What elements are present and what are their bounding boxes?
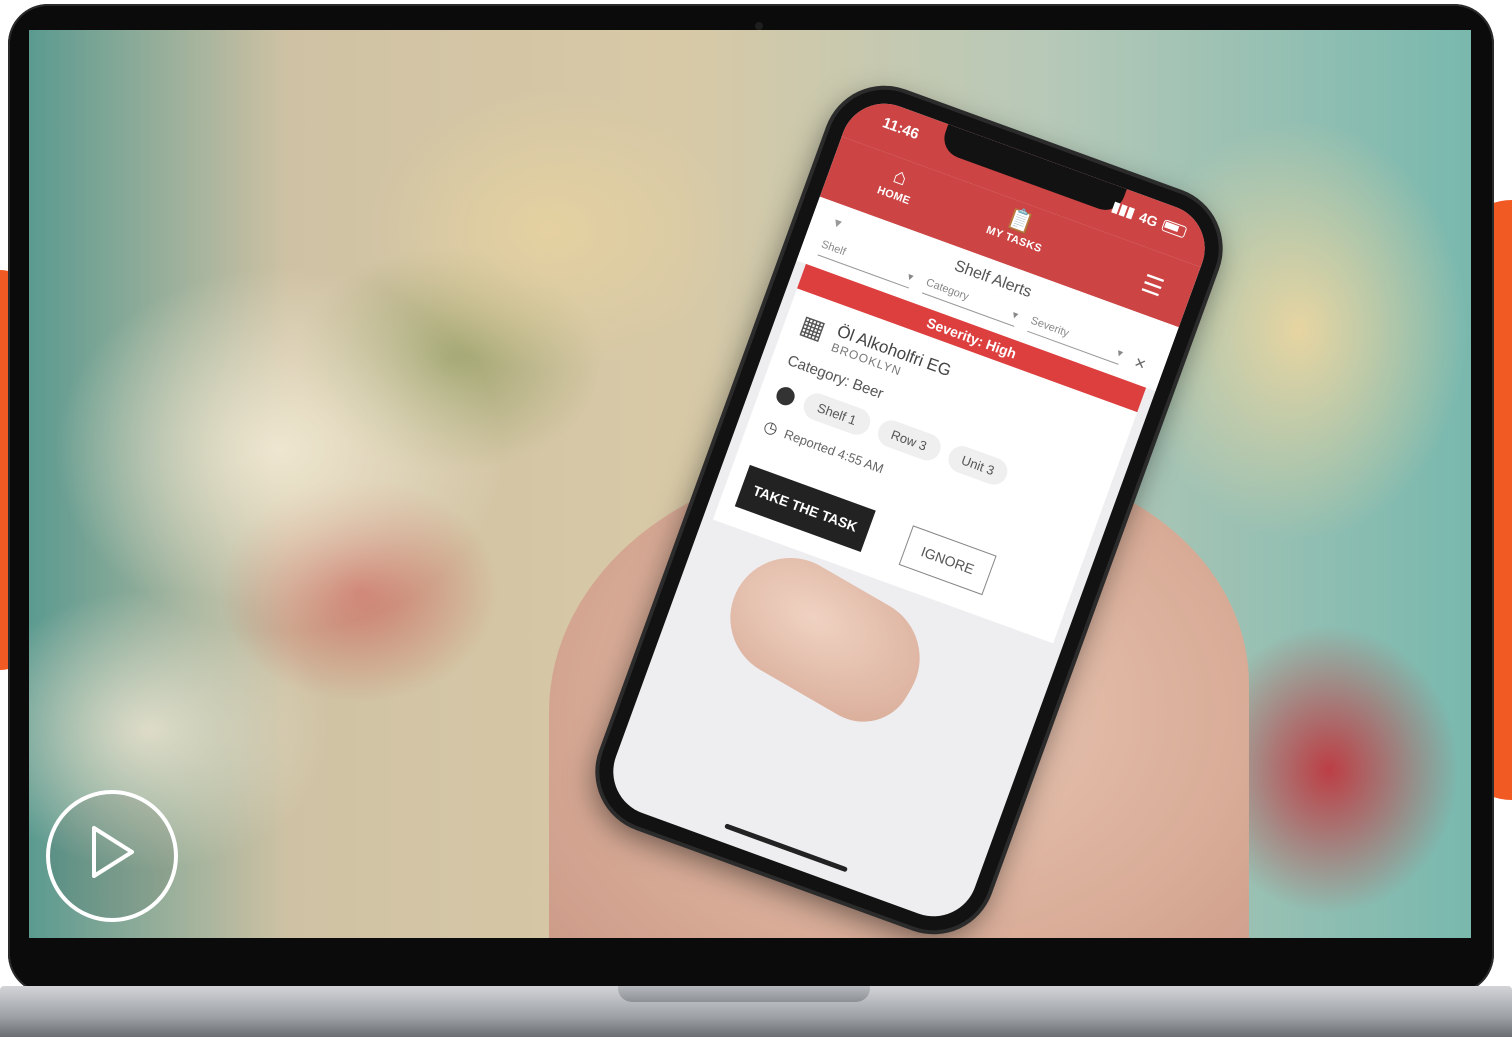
- status-network: ▮▮▮ 4G: [1110, 198, 1189, 241]
- store-icon: ▦: [796, 308, 830, 346]
- filter-icon[interactable]: ▼: [830, 215, 846, 232]
- video-frame: 11:46 ▮▮▮ 4G ⌂ HOME 📋 MY TASKS ☰ ▼ Shelf…: [29, 30, 1471, 938]
- ignore-button[interactable]: IGNORE: [898, 525, 997, 596]
- laptop-camera: [755, 22, 763, 30]
- play-button[interactable]: [46, 790, 178, 922]
- chevron-down-icon: ▾: [1115, 347, 1125, 361]
- chevron-down-icon: ▾: [905, 270, 915, 284]
- signal-icon: ▮▮▮: [1109, 197, 1138, 221]
- nav-home[interactable]: ⌂ HOME: [876, 158, 922, 207]
- laptop-hinge-notch: [618, 986, 870, 1002]
- network-label: 4G: [1137, 208, 1161, 230]
- battery-icon: [1161, 218, 1188, 239]
- take-task-button[interactable]: TAKE THE TASK: [734, 464, 876, 552]
- menu-icon[interactable]: ☰: [1137, 269, 1167, 304]
- location-pin-icon: ⬤: [773, 382, 799, 408]
- filter-label: Shelf: [819, 238, 848, 259]
- close-icon[interactable]: ✕: [1132, 353, 1148, 373]
- play-icon: [92, 826, 134, 878]
- status-time: 11:46: [880, 114, 922, 144]
- clock-icon: ◷: [761, 417, 781, 439]
- chevron-down-icon: ▾: [1010, 308, 1020, 323]
